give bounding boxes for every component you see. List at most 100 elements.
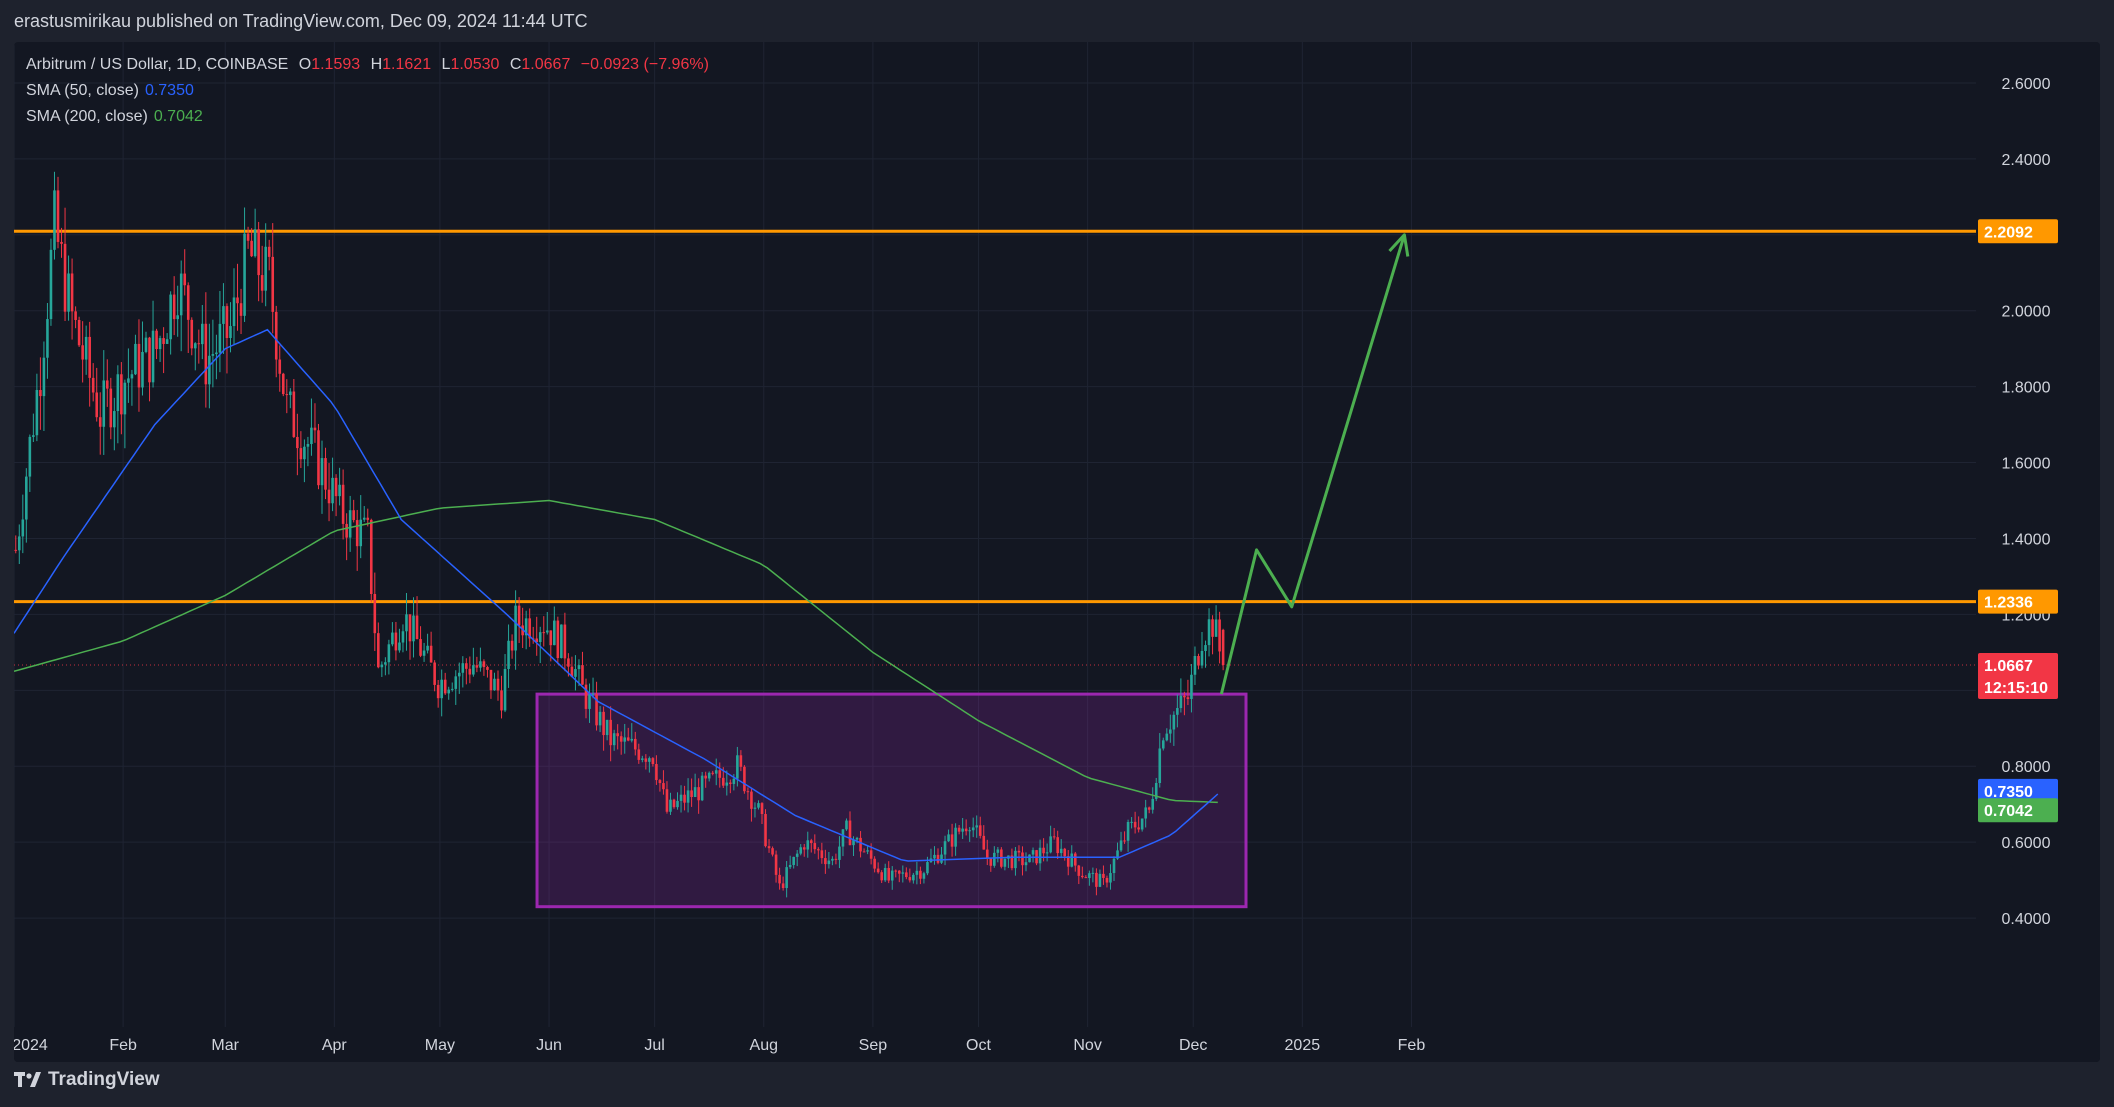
candle-body [60, 241, 63, 244]
time-axis[interactable]: 2024 Feb Mar Apr May Jun Jul Aug Sep Oct Nov Dec 202… [14, 1027, 2100, 1062]
candle-body [869, 850, 873, 859]
candle-body [327, 489, 331, 504]
legend-ohlc-row: Arbitrum / US Dollar, 1D, COINBASE O1.15… [26, 52, 709, 78]
candle-body [1028, 854, 1031, 863]
candle-body [700, 775, 704, 801]
candle-body [1084, 877, 1088, 879]
candle-body [721, 777, 725, 786]
candle-body [785, 867, 788, 889]
candle-body [334, 477, 338, 497]
candle-body [912, 874, 915, 881]
candle-body [781, 883, 785, 889]
candle-body [116, 374, 120, 412]
candle-body [1179, 695, 1183, 709]
candle-body [982, 835, 986, 850]
candle-body [859, 837, 862, 852]
candle-body [148, 337, 151, 383]
candle-body [633, 738, 637, 750]
candle-body [954, 827, 957, 847]
candle-body [567, 658, 570, 667]
candle-body [1088, 873, 1091, 879]
time-tick-label: Jul [644, 1037, 664, 1054]
candle-body [1158, 748, 1162, 784]
candle-body [74, 311, 77, 320]
price-chart[interactable]: 2.60002.40002.00001.80001.60001.40001.20… [14, 42, 2100, 1062]
candle-body [1073, 853, 1077, 866]
price-tick-label: 2.0000 [2002, 304, 2051, 321]
candle-body [510, 640, 514, 651]
candle-body [940, 854, 943, 863]
legend-sma50-row[interactable]: SMA (50, close) 0.7350 [26, 78, 709, 104]
candle-body [461, 663, 465, 673]
candle-body [665, 789, 669, 812]
candle-body [500, 690, 503, 711]
time-tick-label: Jun [536, 1037, 562, 1054]
price-tick-label: 1.4000 [2002, 531, 2051, 548]
candle-body [468, 668, 472, 675]
candle-body [806, 840, 810, 850]
candle-body [612, 733, 616, 746]
price-axis[interactable]: 2.60002.40002.00001.80001.60001.40001.20… [1976, 42, 2100, 1062]
candle-body [155, 330, 158, 350]
candle-body [204, 323, 208, 385]
legend-close-label: C [509, 56, 522, 73]
candle-body [253, 229, 257, 257]
candle-body [70, 273, 74, 312]
candle-body [655, 764, 658, 781]
candle-body [366, 517, 370, 520]
candle-body [1081, 875, 1084, 878]
candle-body [1130, 821, 1133, 823]
candle-body [771, 848, 774, 855]
candle-body [264, 246, 267, 291]
candle-body [250, 240, 253, 257]
candle-body [232, 297, 236, 327]
legend-sma50-value: 0.7350 [144, 82, 194, 99]
candle-body [1109, 873, 1112, 883]
price-tick-label: 1.8000 [2002, 380, 2051, 397]
candle-body [760, 803, 764, 815]
candle-body [32, 435, 35, 437]
candle-body [922, 873, 926, 879]
candle-body [901, 872, 905, 874]
candle-body [201, 323, 204, 345]
candle-body [714, 770, 718, 774]
chart-panel[interactable]: 2.6000 2.4000 2.0000 1.8000 1.6000 1.4000 1.20… [14, 42, 2100, 1062]
candle-body [489, 669, 493, 691]
candle-body [996, 849, 1000, 853]
candle-body [1204, 645, 1207, 651]
candle-body [609, 719, 612, 746]
candle-body [320, 458, 324, 486]
candle-body [750, 791, 753, 809]
candle-body [743, 766, 746, 792]
candle-body [450, 688, 454, 690]
candle-body [113, 411, 116, 428]
candle-body [943, 841, 947, 855]
candle-body [433, 662, 436, 685]
candle-body [1176, 708, 1179, 715]
candle-body [193, 343, 197, 349]
candle-body [683, 794, 686, 803]
legend-symbol[interactable]: Arbitrum / US Dollar, 1D, COINBASE [26, 56, 288, 73]
candle-body [1024, 862, 1028, 866]
candle-body [429, 645, 433, 663]
candle-body [222, 306, 225, 324]
candle-body [736, 755, 739, 779]
candle-body [637, 749, 641, 760]
time-tick-label: Dec [1179, 1037, 1207, 1054]
candle-body [707, 772, 711, 779]
candle-body [1070, 853, 1074, 867]
candle-body [514, 605, 517, 651]
legend-sma200-row[interactable]: SMA (200, close) 0.7042 [26, 104, 709, 130]
price-tick-label: 0.8000 [2002, 759, 2051, 776]
candle-body [303, 446, 306, 460]
candle-body [676, 800, 679, 808]
candle-body [454, 676, 458, 689]
tradingview-logo[interactable]: TradingView [14, 1069, 160, 1091]
candle-body [788, 864, 792, 868]
candle-body [1165, 733, 1169, 741]
candle-body [577, 665, 581, 670]
candle-body [1059, 848, 1063, 854]
candle-body [517, 605, 521, 626]
candle-body [331, 477, 334, 504]
candle-body [753, 807, 757, 809]
